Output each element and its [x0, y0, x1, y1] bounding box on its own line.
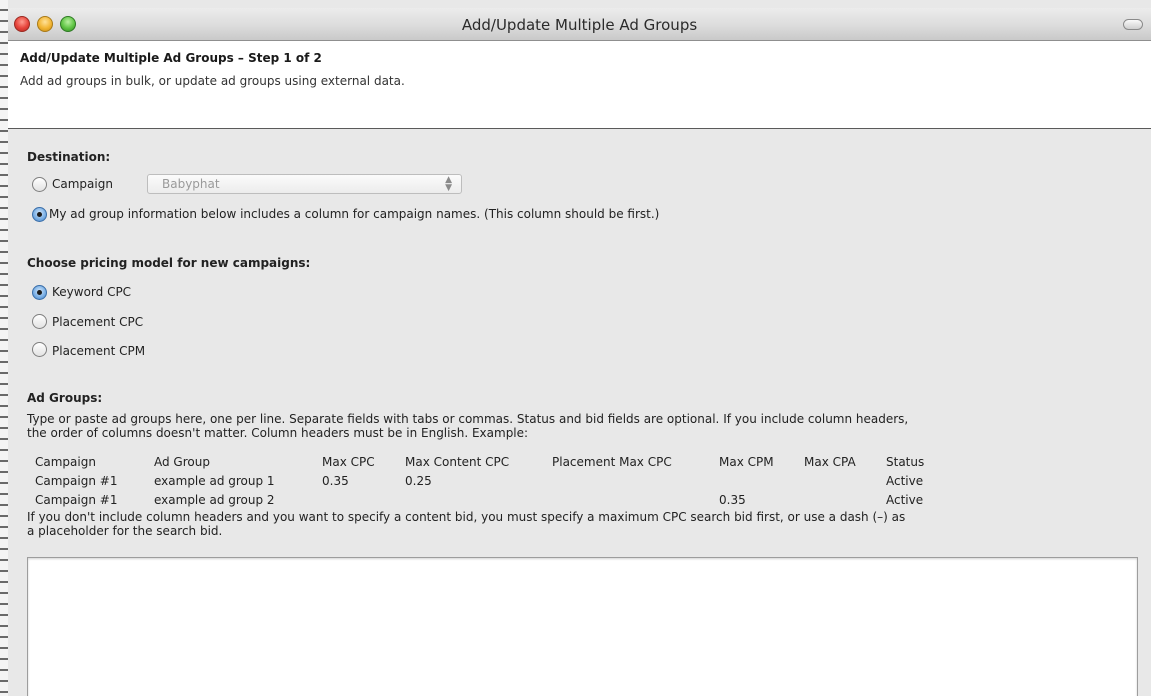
example-row-1-campaign: Campaign #1 — [35, 474, 118, 488]
example-header-ad-group: Ad Group — [154, 455, 210, 469]
keyword-cpc-label: Keyword CPC — [52, 285, 132, 299]
ad-groups-instructions-2: the order of columns doesn't matter. Col… — [27, 426, 529, 440]
window-title: Add/Update Multiple Ad Groups — [461, 16, 698, 34]
example-header-campaign: Campaign — [35, 455, 96, 469]
placement-cpc-radio[interactable] — [32, 314, 47, 329]
example-row-2-max-cpm: 0.35 — [719, 493, 746, 507]
pricing-model-label: Choose pricing model for new campaigns: — [27, 256, 311, 270]
example-row-1-ad-group: example ad group 1 — [154, 474, 275, 488]
campaign-column-radio[interactable] — [32, 207, 47, 222]
example-row-2-campaign: Campaign #1 — [35, 493, 118, 507]
example-row-1-max-cpc: 0.35 — [322, 474, 349, 488]
keyword-cpc-radio[interactable] — [32, 285, 47, 300]
example-row-1-max-content-cpc: 0.25 — [405, 474, 432, 488]
example-row-2-ad-group: example ad group 2 — [154, 493, 275, 507]
example-header-max-cpc: Max CPC — [322, 455, 375, 469]
campaign-radio-label: Campaign — [52, 177, 113, 191]
ad-groups-label: Ad Groups: — [27, 391, 103, 405]
dialog-window: Add/Update Multiple Ad Groups Add/Update… — [8, 0, 1151, 696]
placement-cpc-label: Placement CPC — [52, 315, 144, 329]
campaign-select[interactable]: Babyphat ▲ ▼ — [147, 174, 462, 194]
step-header: Add/Update Multiple Ad Groups – Step 1 o… — [8, 41, 1151, 129]
example-header-max-content-cpc: Max Content CPC — [405, 455, 510, 469]
title-bar[interactable]: Add/Update Multiple Ad Groups — [8, 8, 1151, 41]
ad-groups-textarea[interactable] — [27, 557, 1138, 696]
destination-label: Destination: — [27, 150, 111, 164]
placement-cpm-label: Placement CPM — [52, 344, 146, 358]
step-description: Add ad groups in bulk, or update ad grou… — [20, 74, 405, 88]
example-row-2-status: Active — [886, 493, 924, 507]
campaign-radio[interactable] — [32, 177, 47, 192]
campaign-select-value: Babyphat — [162, 177, 220, 191]
example-header-max-cpa: Max CPA — [804, 455, 856, 469]
example-row-1-status: Active — [886, 474, 924, 488]
toolbar-toggle-icon[interactable] — [1123, 19, 1143, 30]
campaign-column-radio-label: My ad group information below includes a… — [49, 207, 660, 221]
placement-cpm-radio[interactable] — [32, 342, 47, 357]
step-title: Add/Update Multiple Ad Groups – Step 1 o… — [20, 51, 322, 65]
example-header-max-cpm: Max CPM — [719, 455, 774, 469]
content-bid-note-1: If you don't include column headers and … — [27, 510, 906, 524]
content-bid-note-2: a placeholder for the search bid. — [27, 524, 223, 538]
example-header-status: Status — [886, 455, 925, 469]
background-window-edge — [0, 0, 8, 696]
example-header-placement-max-cpc: Placement Max CPC — [552, 455, 672, 469]
ad-groups-instructions-1: Type or paste ad groups here, one per li… — [27, 412, 909, 426]
select-arrows-icon: ▲ ▼ — [445, 175, 452, 193]
